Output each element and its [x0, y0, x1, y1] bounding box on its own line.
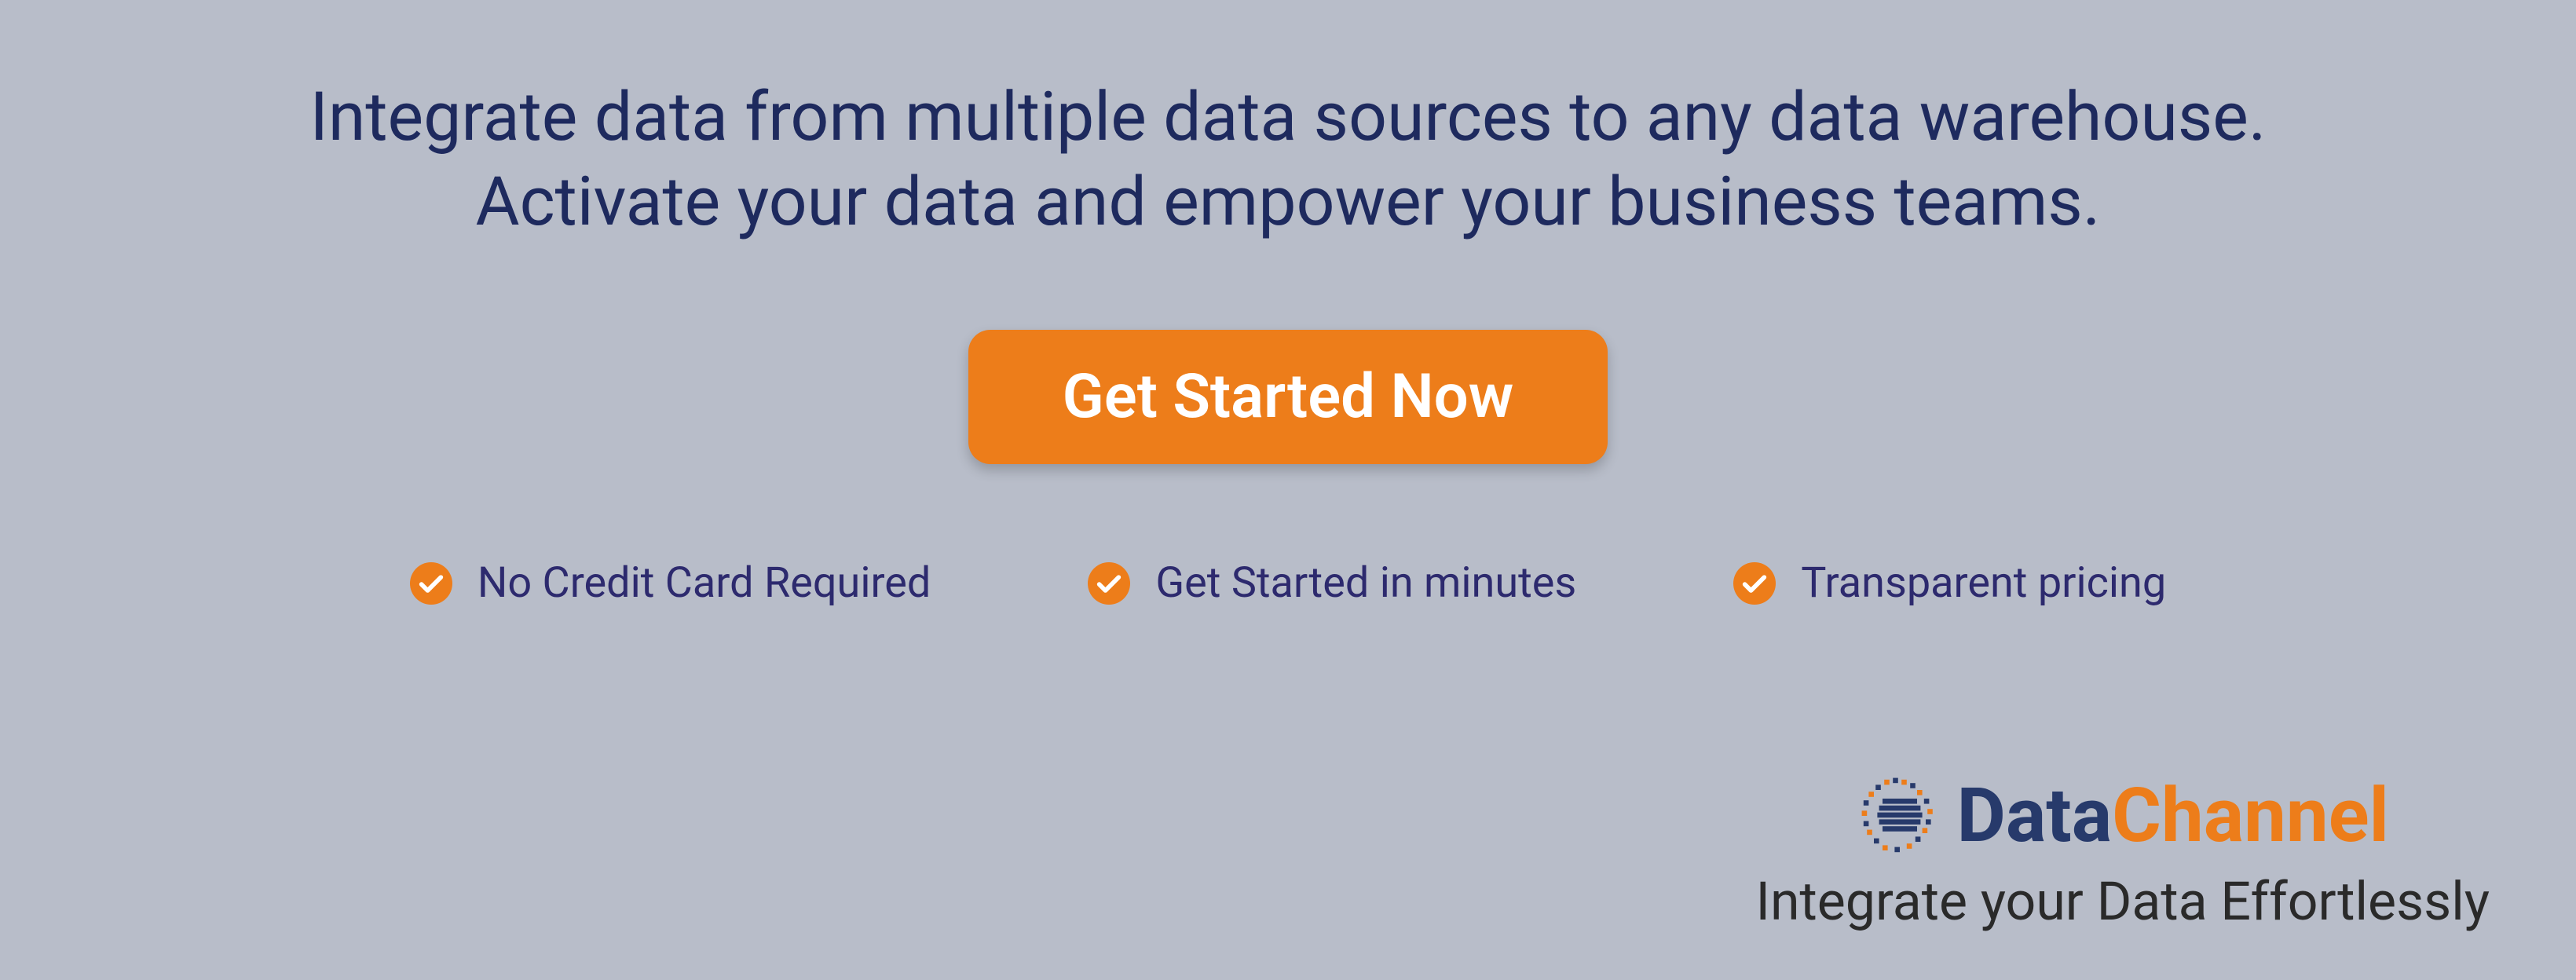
check-circle-icon: [1088, 562, 1130, 605]
feature-transparent-pricing: Transparent pricing: [1733, 558, 2166, 608]
get-started-button[interactable]: Get Started Now: [968, 330, 1608, 464]
headline: Integrate data from multiple data source…: [0, 0, 2576, 243]
features-row: No Credit Card Required Get Started in m…: [0, 558, 2576, 608]
brand-section: DataChannel Integrate your Data Effortle…: [1755, 773, 2490, 933]
check-circle-icon: [1733, 562, 1776, 605]
check-circle-icon: [410, 562, 452, 605]
brand-tagline: Integrate your Data Effortlessly: [1755, 870, 2490, 933]
brand-name-part2: Channel: [2112, 772, 2389, 860]
brand-logo: DataChannel: [1755, 773, 2490, 859]
feature-text: Transparent pricing: [1801, 558, 2166, 608]
feature-get-started-minutes: Get Started in minutes: [1088, 558, 1576, 608]
feature-text: Get Started in minutes: [1155, 558, 1576, 608]
cta-wrapper: Get Started Now: [0, 330, 2576, 464]
feature-no-credit-card: No Credit Card Required: [410, 558, 931, 608]
brand-name: DataChannel: [1957, 778, 2389, 854]
feature-text: No Credit Card Required: [478, 558, 931, 608]
headline-line1: Integrate data from multiple data source…: [47, 75, 2529, 159]
globe-icon: [1857, 773, 1943, 859]
brand-name-part1: Data: [1957, 772, 2113, 860]
headline-line2: Activate your data and empower your busi…: [47, 159, 2529, 244]
